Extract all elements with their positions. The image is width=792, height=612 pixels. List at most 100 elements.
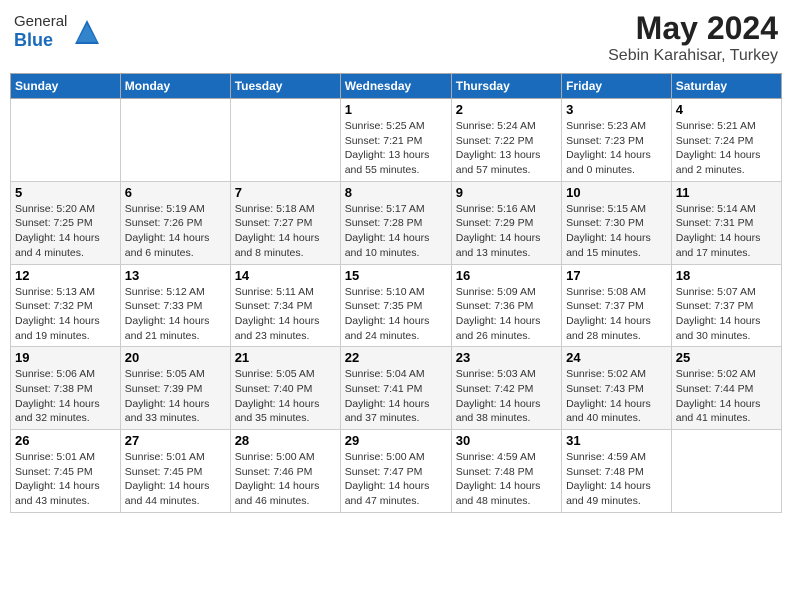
day-number: 29 bbox=[345, 433, 447, 448]
day-number: 28 bbox=[235, 433, 336, 448]
day-info: Sunrise: 5:20 AMSunset: 7:25 PMDaylight:… bbox=[15, 202, 116, 261]
calendar-cell: 5 Sunrise: 5:20 AMSunset: 7:25 PMDaylight… bbox=[11, 181, 121, 264]
day-number: 30 bbox=[456, 433, 557, 448]
day-info: Sunrise: 5:13 AMSunset: 7:32 PMDaylight:… bbox=[15, 285, 116, 344]
calendar-cell bbox=[120, 99, 230, 182]
day-info: Sunrise: 5:04 AMSunset: 7:41 PMDaylight:… bbox=[345, 367, 447, 426]
day-number: 18 bbox=[676, 268, 777, 283]
title-block: May 2024 Sebin Karahisar, Turkey bbox=[608, 10, 778, 65]
calendar-body: 1Sunrise: 5:25 AMSunset: 7:21 PMDaylight… bbox=[11, 99, 782, 513]
day-info: Sunrise: 5:10 AMSunset: 7:35 PMDaylight:… bbox=[345, 285, 447, 344]
calendar-cell bbox=[671, 430, 781, 513]
day-info: Sunrise: 4:59 AMSunset: 7:48 PMDaylight:… bbox=[456, 450, 557, 509]
calendar-cell: 31 Sunrise: 4:59 AMSunset: 7:48 PMDayligh… bbox=[562, 430, 672, 513]
calendar-cell: 4Sunrise: 5:21 AMSunset: 7:24 PMDaylight… bbox=[671, 99, 781, 182]
calendar-week-row: 12 Sunrise: 5:13 AMSunset: 7:32 PMDayligh… bbox=[11, 264, 782, 347]
day-number: 19 bbox=[15, 350, 116, 365]
calendar-cell: 15 Sunrise: 5:10 AMSunset: 7:35 PMDayligh… bbox=[340, 264, 451, 347]
day-number: 25 bbox=[676, 350, 777, 365]
day-info: Sunrise: 5:00 AMSunset: 7:47 PMDaylight:… bbox=[345, 450, 447, 509]
calendar-cell: 9Sunrise: 5:16 AMSunset: 7:29 PMDaylight… bbox=[451, 181, 561, 264]
day-number: 11 bbox=[676, 185, 777, 200]
calendar-cell bbox=[230, 99, 340, 182]
day-info: Sunrise: 5:03 AMSunset: 7:42 PMDaylight:… bbox=[456, 367, 557, 426]
day-info: Sunrise: 5:24 AMSunset: 7:22 PMDaylight:… bbox=[456, 119, 557, 178]
day-info: Sunrise: 5:16 AMSunset: 7:29 PMDaylight:… bbox=[456, 202, 557, 261]
calendar-cell: 25 Sunrise: 5:02 AMSunset: 7:44 PMDayligh… bbox=[671, 347, 781, 430]
day-number: 13 bbox=[125, 268, 226, 283]
calendar-cell: 13Sunrise: 5:12 AMSunset: 7:33 PMDayligh… bbox=[120, 264, 230, 347]
calendar-week-row: 5 Sunrise: 5:20 AMSunset: 7:25 PMDaylight… bbox=[11, 181, 782, 264]
day-number: 23 bbox=[456, 350, 557, 365]
logo: General Blue bbox=[14, 14, 103, 50]
calendar-cell: 24 Sunrise: 5:02 AMSunset: 7:43 PMDayligh… bbox=[562, 347, 672, 430]
day-info: Sunrise: 5:19 AMSunset: 7:26 PMDaylight:… bbox=[125, 202, 226, 261]
header-day: Thursday bbox=[451, 74, 561, 99]
calendar-cell: 1Sunrise: 5:25 AMSunset: 7:21 PMDaylight… bbox=[340, 99, 451, 182]
calendar-cell: 12 Sunrise: 5:13 AMSunset: 7:32 PMDayligh… bbox=[11, 264, 121, 347]
calendar-cell bbox=[11, 99, 121, 182]
page-header: General Blue May 2024 Sebin Karahisar, T… bbox=[10, 10, 782, 65]
calendar-cell: 20Sunrise: 5:05 AMSunset: 7:39 PMDayligh… bbox=[120, 347, 230, 430]
day-number: 27 bbox=[125, 433, 226, 448]
header-day: Monday bbox=[120, 74, 230, 99]
day-info: Sunrise: 5:05 AMSunset: 7:40 PMDaylight:… bbox=[235, 367, 336, 426]
header-day: Wednesday bbox=[340, 74, 451, 99]
header-day: Saturday bbox=[671, 74, 781, 99]
calendar-cell: 3 Sunrise: 5:23 AMSunset: 7:23 PMDaylight… bbox=[562, 99, 672, 182]
day-number: 10 bbox=[566, 185, 667, 200]
day-number: 15 bbox=[345, 268, 447, 283]
day-number: 8 bbox=[345, 185, 447, 200]
logo-blue: Blue bbox=[14, 31, 67, 51]
day-number: 22 bbox=[345, 350, 447, 365]
calendar-cell: 27Sunrise: 5:01 AMSunset: 7:45 PMDayligh… bbox=[120, 430, 230, 513]
calendar-cell: 10 Sunrise: 5:15 AMSunset: 7:30 PMDayligh… bbox=[562, 181, 672, 264]
day-info: Sunrise: 5:01 AMSunset: 7:45 PMDaylight:… bbox=[15, 450, 116, 509]
day-info: Sunrise: 4:59 AMSunset: 7:48 PMDaylight:… bbox=[566, 450, 667, 509]
calendar-cell: 16 Sunrise: 5:09 AMSunset: 7:36 PMDayligh… bbox=[451, 264, 561, 347]
header-day: Tuesday bbox=[230, 74, 340, 99]
day-number: 14 bbox=[235, 268, 336, 283]
calendar-cell: 6 Sunrise: 5:19 AMSunset: 7:26 PMDaylight… bbox=[120, 181, 230, 264]
calendar-week-row: 26Sunrise: 5:01 AMSunset: 7:45 PMDayligh… bbox=[11, 430, 782, 513]
day-info: Sunrise: 5:17 AMSunset: 7:28 PMDaylight:… bbox=[345, 202, 447, 261]
day-number: 12 bbox=[15, 268, 116, 283]
calendar-cell: 30 Sunrise: 4:59 AMSunset: 7:48 PMDayligh… bbox=[451, 430, 561, 513]
day-number: 3 bbox=[566, 102, 667, 117]
day-info: Sunrise: 5:02 AMSunset: 7:43 PMDaylight:… bbox=[566, 367, 667, 426]
day-info: Sunrise: 5:21 AMSunset: 7:24 PMDaylight:… bbox=[676, 119, 777, 178]
day-number: 2 bbox=[456, 102, 557, 117]
day-info: Sunrise: 5:02 AMSunset: 7:44 PMDaylight:… bbox=[676, 367, 777, 426]
calendar-cell: 2 Sunrise: 5:24 AMSunset: 7:22 PMDaylight… bbox=[451, 99, 561, 182]
logo-icon bbox=[71, 16, 103, 48]
calendar-cell: 14Sunrise: 5:11 AMSunset: 7:34 PMDayligh… bbox=[230, 264, 340, 347]
header-row: SundayMondayTuesdayWednesdayThursdayFrid… bbox=[11, 74, 782, 99]
calendar-cell: 22 Sunrise: 5:04 AMSunset: 7:41 PMDayligh… bbox=[340, 347, 451, 430]
day-info: Sunrise: 5:14 AMSunset: 7:31 PMDaylight:… bbox=[676, 202, 777, 261]
day-number: 31 bbox=[566, 433, 667, 448]
day-info: Sunrise: 5:23 AMSunset: 7:23 PMDaylight:… bbox=[566, 119, 667, 178]
calendar-table: SundayMondayTuesdayWednesdayThursdayFrid… bbox=[10, 73, 782, 513]
day-number: 6 bbox=[125, 185, 226, 200]
day-number: 24 bbox=[566, 350, 667, 365]
day-number: 5 bbox=[15, 185, 116, 200]
day-info: Sunrise: 5:25 AMSunset: 7:21 PMDaylight:… bbox=[345, 119, 447, 178]
day-info: Sunrise: 5:06 AMSunset: 7:38 PMDaylight:… bbox=[15, 367, 116, 426]
calendar-cell: 28Sunrise: 5:00 AMSunset: 7:46 PMDayligh… bbox=[230, 430, 340, 513]
day-info: Sunrise: 5:09 AMSunset: 7:36 PMDaylight:… bbox=[456, 285, 557, 344]
day-info: Sunrise: 5:15 AMSunset: 7:30 PMDaylight:… bbox=[566, 202, 667, 261]
calendar-subtitle: Sebin Karahisar, Turkey bbox=[608, 47, 778, 65]
day-number: 21 bbox=[235, 350, 336, 365]
day-info: Sunrise: 5:05 AMSunset: 7:39 PMDaylight:… bbox=[125, 367, 226, 426]
calendar-week-row: 19 Sunrise: 5:06 AMSunset: 7:38 PMDayligh… bbox=[11, 347, 782, 430]
calendar-cell: 26Sunrise: 5:01 AMSunset: 7:45 PMDayligh… bbox=[11, 430, 121, 513]
calendar-cell: 11 Sunrise: 5:14 AMSunset: 7:31 PMDayligh… bbox=[671, 181, 781, 264]
day-info: Sunrise: 5:08 AMSunset: 7:37 PMDaylight:… bbox=[566, 285, 667, 344]
header-day: Sunday bbox=[11, 74, 121, 99]
logo-general: General bbox=[14, 14, 67, 31]
header-day: Friday bbox=[562, 74, 672, 99]
calendar-title: May 2024 bbox=[608, 10, 778, 47]
day-number: 7 bbox=[235, 185, 336, 200]
calendar-cell: 17Sunrise: 5:08 AMSunset: 7:37 PMDayligh… bbox=[562, 264, 672, 347]
day-number: 16 bbox=[456, 268, 557, 283]
